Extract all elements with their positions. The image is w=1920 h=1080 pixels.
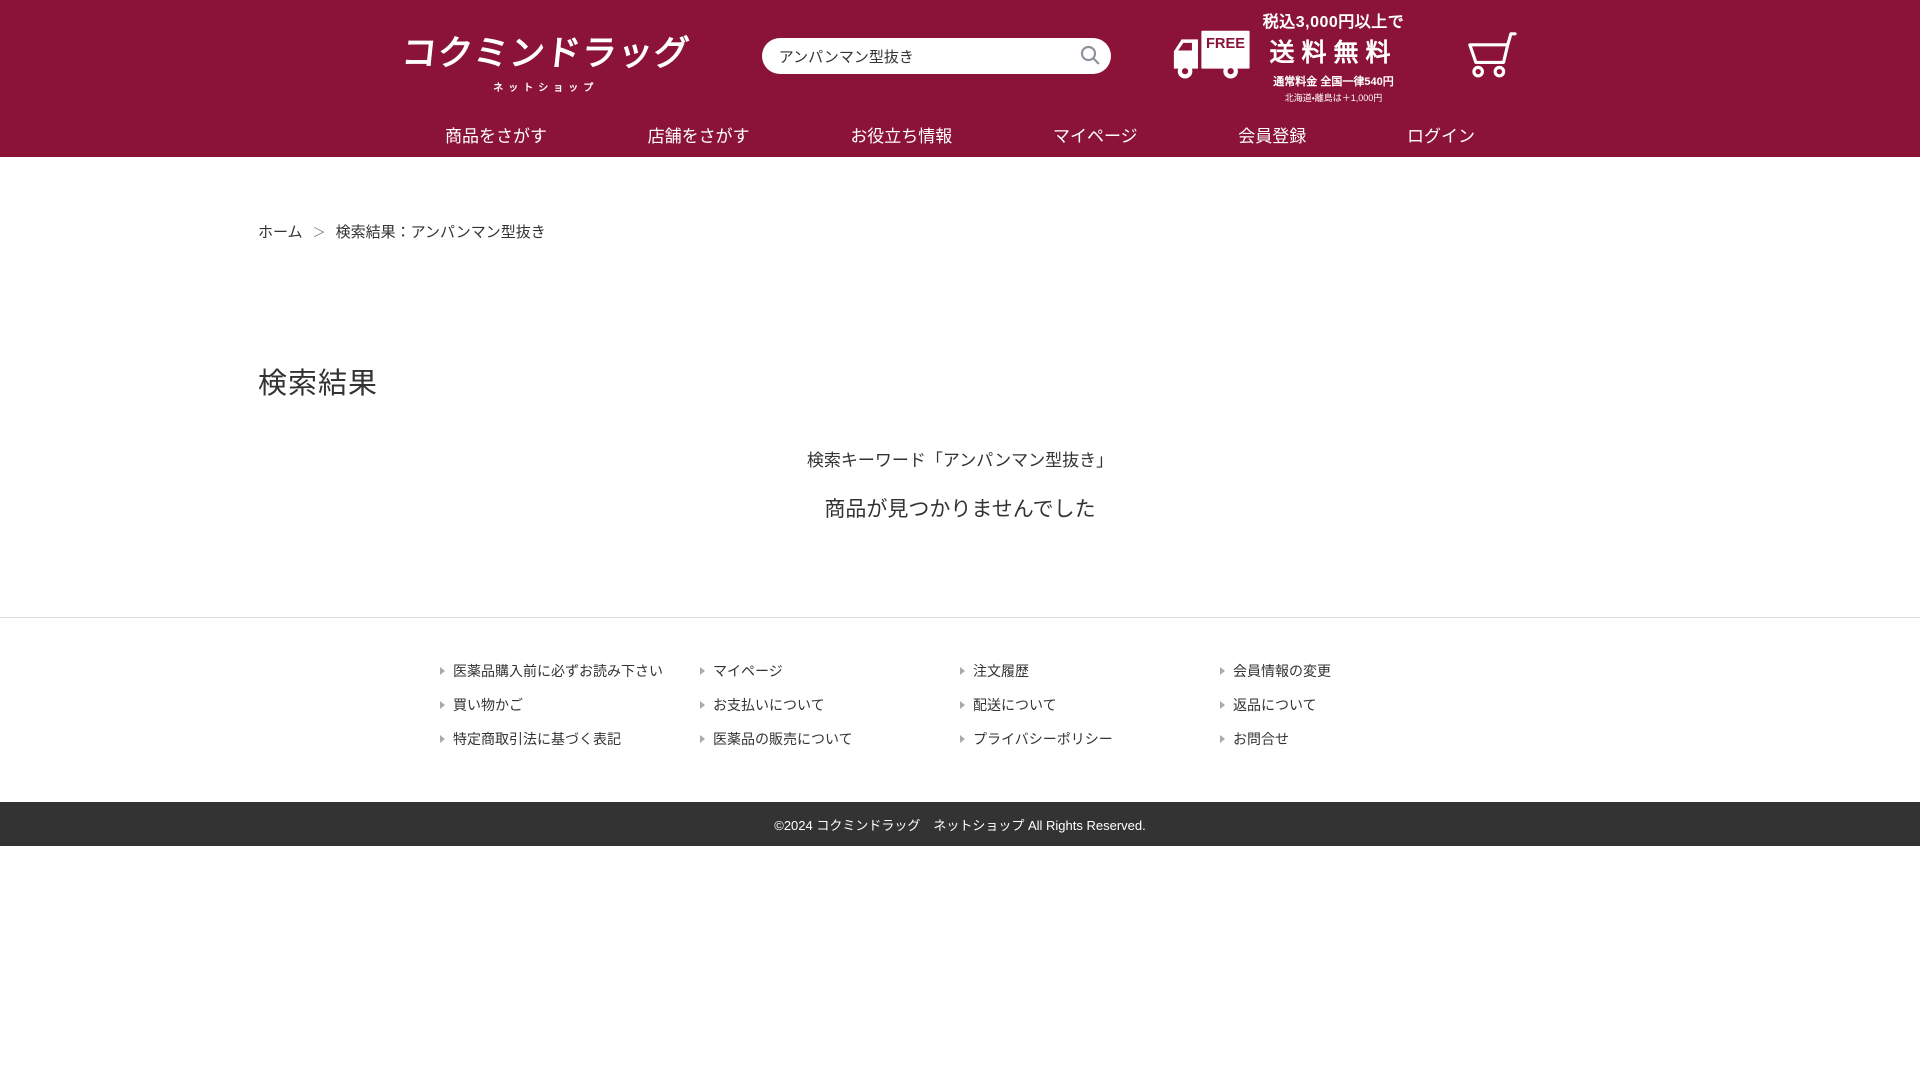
nav-item-useful-info[interactable]: お役立ち情報 [850, 122, 952, 147]
main-nav: 商品をさがす 店舗をさがす お役立ち情報 マイページ 会員登録 ログイン [445, 112, 1475, 157]
shipping-free-text: 送料無料 [1263, 33, 1405, 69]
nav-item-login[interactable]: ログイン [1407, 122, 1475, 147]
triangle-bullet-icon [960, 701, 965, 709]
footer-link-label: 買い物かご [453, 696, 523, 714]
footer-link-returns[interactable]: 返品について [1220, 696, 1480, 714]
search-keyword-line: 検索キーワード「アンパンマン型抜き」 [258, 446, 1662, 471]
footer-link-columns: 医薬品購入前に必ずお読み下さい 買い物かご 特定商取引法に基づく表記 マイページ… [440, 662, 1480, 748]
footer-link-label: プライバシーポリシー [973, 730, 1113, 748]
logo-subtext: ネットショップ [402, 79, 690, 94]
shipping-text: 税込3,000円以上で 送料無料 通常料金 全国一律540円 北海道・離島は＋1… [1263, 8, 1405, 104]
main-content: ホーム ＞ 検索結果：アンパンマン型抜き 検索結果 検索キーワード「アンパンマン… [258, 221, 1662, 617]
triangle-bullet-icon [1220, 735, 1225, 743]
footer-link-label: 医薬品の販売について [713, 730, 853, 748]
page-title: 検索結果 [258, 360, 1662, 402]
shipping-remote-fee: 北海道・離島は＋1,000円 [1263, 91, 1405, 104]
triangle-bullet-icon [700, 701, 705, 709]
site-footer: 医薬品購入前に必ずお読み下さい 買い物かご 特定商取引法に基づく表記 マイページ… [0, 617, 1920, 802]
site-logo[interactable]: コクミンドラッグ ネットショップ [402, 25, 690, 94]
triangle-bullet-icon [440, 667, 445, 675]
footer-link-label: 特定商取引法に基づく表記 [453, 730, 621, 748]
footer-link-label: お支払いについて [713, 696, 825, 714]
triangle-bullet-icon [1220, 667, 1225, 675]
shipping-normal-fee: 通常料金 全国一律540円 [1263, 73, 1405, 89]
search-icon [1079, 44, 1101, 69]
breadcrumb-current: 検索結果：アンパンマン型抜き [336, 221, 546, 242]
footer-link-contact[interactable]: お問合せ [1220, 730, 1480, 748]
footer-link-privacy-policy[interactable]: プライバシーポリシー [960, 730, 1220, 748]
nav-item-products[interactable]: 商品をさがす [445, 122, 547, 147]
copyright-text: ©2024 コクミンドラッグ ネットショップ All Rights Reserv… [774, 815, 1146, 834]
shipping-threshold: 税込3,000円以上で [1263, 8, 1405, 32]
header-top: コクミンドラッグ ネットショップ FREE [0, 0, 1920, 112]
footer-column-1: 医薬品購入前に必ずお読み下さい 買い物かご 特定商取引法に基づく表記 [440, 662, 700, 748]
triangle-bullet-icon [700, 667, 705, 675]
footer-link-label: 医薬品購入前に必ずお読み下さい [453, 662, 663, 680]
footer-link-label: 会員情報の変更 [1233, 662, 1331, 680]
triangle-bullet-icon [960, 735, 965, 743]
search-input[interactable] [762, 38, 1111, 74]
cart-button[interactable] [1466, 31, 1518, 82]
search-button[interactable] [1075, 41, 1105, 71]
footer-column-2: マイページ お支払いについて 医薬品の販売について [700, 662, 960, 748]
delivery-truck-icon: FREE [1167, 23, 1253, 90]
footer-column-4: 会員情報の変更 返品について お問合せ [1220, 662, 1480, 748]
footer-link-label: 注文履歴 [973, 662, 1029, 680]
footer-link-label: マイページ [713, 662, 783, 680]
triangle-bullet-icon [1220, 701, 1225, 709]
search-result-messages: 検索キーワード「アンパンマン型抜き」 商品が見つかりませんでした [258, 446, 1662, 617]
footer-link-payment[interactable]: お支払いについて [700, 696, 960, 714]
free-label: FREE [1206, 35, 1245, 51]
logo-text: コクミンドラッグ [399, 25, 692, 76]
triangle-bullet-icon [960, 667, 965, 675]
footer-link-delivery[interactable]: 配送について [960, 696, 1220, 714]
copyright-bar: ©2024 コクミンドラッグ ネットショップ All Rights Reserv… [0, 802, 1920, 846]
breadcrumb-separator: ＞ [313, 222, 326, 241]
footer-link-label: お問合せ [1233, 730, 1289, 748]
site-header: コクミンドラッグ ネットショップ FREE [0, 0, 1920, 157]
search-box [762, 38, 1111, 74]
breadcrumb-home-link[interactable]: ホーム [258, 221, 303, 242]
footer-link-mypage[interactable]: マイページ [700, 662, 960, 680]
footer-link-member-info[interactable]: 会員情報の変更 [1220, 662, 1480, 680]
breadcrumb: ホーム ＞ 検索結果：アンパンマン型抜き [258, 221, 1662, 242]
cart-icon [1466, 67, 1518, 82]
footer-link-drug-sales[interactable]: 医薬品の販売について [700, 730, 960, 748]
no-results-message: 商品が見つかりませんでした [258, 493, 1662, 523]
triangle-bullet-icon [440, 735, 445, 743]
nav-item-mypage[interactable]: マイページ [1053, 122, 1138, 147]
footer-link-commercial-law[interactable]: 特定商取引法に基づく表記 [440, 730, 700, 748]
footer-link-label: 配送について [973, 696, 1057, 714]
footer-column-3: 注文履歴 配送について プライバシーポリシー [960, 662, 1220, 748]
nav-item-stores[interactable]: 店舗をさがす [648, 122, 750, 147]
footer-link-order-history[interactable]: 注文履歴 [960, 662, 1220, 680]
footer-link-label: 返品について [1233, 696, 1317, 714]
triangle-bullet-icon [440, 701, 445, 709]
footer-link-before-purchase[interactable]: 医薬品購入前に必ずお読み下さい [440, 662, 700, 680]
footer-link-shopping-cart[interactable]: 買い物かご [440, 696, 700, 714]
free-shipping-banner: FREE 税込3,000円以上で 送料無料 通常料金 全国一律540円 北海道・… [1167, 8, 1405, 104]
triangle-bullet-icon [700, 735, 705, 743]
nav-item-register[interactable]: 会員登録 [1238, 122, 1306, 147]
